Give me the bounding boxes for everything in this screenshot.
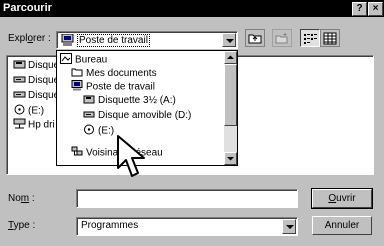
- window-title: Parcourir: [3, 2, 52, 14]
- browse-dialog: Parcourir ? × Explorer : Poste de travai…: [0, 0, 384, 246]
- up-folder-button[interactable]: [245, 29, 265, 47]
- list-view-button[interactable]: [300, 29, 320, 47]
- dropdown-scrollbar[interactable]: [224, 51, 237, 165]
- cdrom-icon: [83, 124, 95, 138]
- name-label: Nom :: [8, 193, 35, 204]
- computer-icon: [71, 80, 83, 94]
- list-view-icon: [304, 34, 317, 44]
- desktop-icon: [60, 53, 72, 67]
- floppy-icon: [83, 94, 95, 107]
- new-folder-button[interactable]: [272, 29, 292, 47]
- drive-icon: [83, 109, 95, 122]
- new-folder-icon: [275, 33, 288, 44]
- drive-icon: [13, 74, 26, 87]
- folder-icon: [71, 67, 83, 80]
- details-view-icon: [323, 32, 337, 45]
- drive-icon: [13, 89, 26, 102]
- arrow-down-icon: [227, 157, 234, 161]
- arrow-up-icon: [227, 55, 234, 59]
- file-name-input[interactable]: [76, 189, 298, 208]
- network-icon: [71, 146, 83, 160]
- network-drive-icon: [13, 118, 26, 132]
- dropdown-item-my-documents[interactable]: Mes documents: [71, 67, 157, 80]
- up-folder-icon: [248, 34, 262, 44]
- help-button[interactable]: ?: [352, 2, 367, 16]
- mouse-pointer-icon: [117, 135, 145, 177]
- cdrom-icon: [13, 104, 26, 118]
- dropdown-item-cdrom-e[interactable]: (E:): [83, 124, 114, 138]
- explorer-combo[interactable]: Poste de travail: [56, 31, 238, 49]
- details-view-button[interactable]: [320, 29, 340, 47]
- title-bar: Parcourir ? ×: [0, 0, 384, 17]
- cancel-button[interactable]: Annuler: [312, 216, 372, 235]
- list-item[interactable]: Disque: [13, 59, 59, 72]
- scroll-thumb[interactable]: [224, 64, 237, 126]
- dropdown-item-removable-d[interactable]: Disque amovible (D:): [83, 109, 191, 122]
- explorer-selected-value: Poste de travail: [77, 34, 150, 47]
- close-button[interactable]: ×: [368, 2, 383, 16]
- file-type-selected-value: Programmes: [81, 220, 139, 231]
- open-button[interactable]: Ouvrir: [311, 188, 373, 209]
- dropdown-item-floppy-a[interactable]: Disquette 3½ (A:): [83, 94, 176, 107]
- dropdown-item-desktop[interactable]: Bureau: [60, 53, 107, 67]
- list-item[interactable]: Disque: [13, 89, 59, 102]
- type-label: Type :: [8, 220, 36, 231]
- scroll-up-button[interactable]: [224, 51, 237, 64]
- explorer-dropdown-arrow[interactable]: [222, 33, 236, 47]
- list-item[interactable]: Hp dri: [13, 118, 55, 132]
- computer-icon: [61, 33, 74, 49]
- list-item[interactable]: Disque: [13, 74, 59, 87]
- explorer-label: Explorer :: [8, 33, 51, 44]
- dropdown-item-my-computer[interactable]: Poste de travail: [71, 80, 155, 94]
- file-type-combo[interactable]: Programmes: [76, 217, 298, 236]
- file-type-dropdown-arrow[interactable]: [282, 219, 296, 234]
- list-item[interactable]: (E:): [13, 104, 44, 118]
- scroll-down-button[interactable]: [224, 152, 237, 165]
- floppy-icon: [13, 59, 26, 72]
